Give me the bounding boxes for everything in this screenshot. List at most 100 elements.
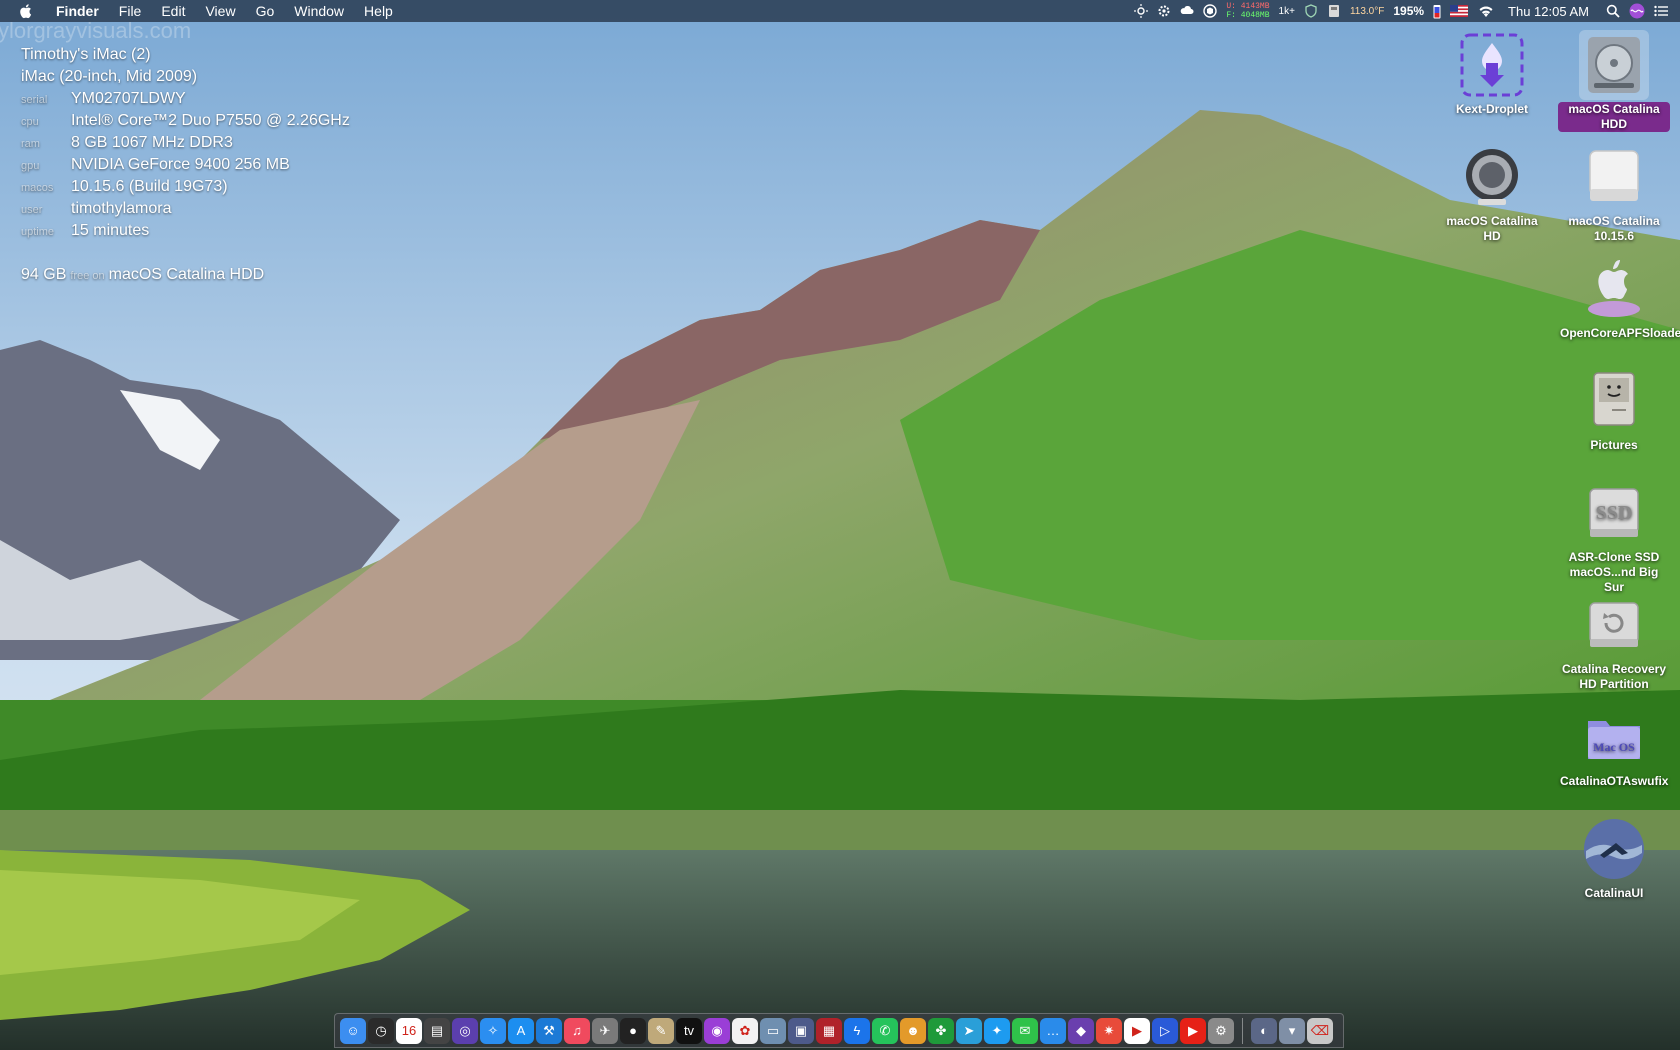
desktop-icon-pictures[interactable]: Pictures [1558, 366, 1670, 453]
brightness-icon[interactable] [1134, 4, 1149, 18]
messenger-icon[interactable]: ϟ [844, 1017, 870, 1044]
classic-mac-icon [1593, 372, 1635, 426]
whatsapp-icon[interactable]: ✆ [872, 1017, 898, 1044]
computer-name: Timothy's iMac (2) [21, 46, 151, 63]
desktop-icon-catalina-ui[interactable]: CatalinaUI [1558, 814, 1670, 901]
desktop-icon-catalina-ota[interactable]: Mac OS CatalinaOTAswufix [1558, 702, 1670, 789]
info-row-cpu: cpu Intel® Core™2 Duo P7550 @ 2.26GHz [21, 110, 350, 132]
clover-icon[interactable]: ✤ [928, 1017, 954, 1044]
desktop-icon-label: macOS Catalina HD [1446, 214, 1538, 243]
menu-file[interactable]: File [109, 0, 152, 22]
info-row-macos: macos 10.15.6 (Build 19G73) [21, 176, 350, 198]
desktop-icon-asr-clone[interactable]: SSD ASR-Clone SSD macOS...nd Big Sur [1558, 478, 1670, 595]
safari-icon[interactable]: ✧ [480, 1017, 506, 1044]
catalina-app-icon [1584, 819, 1644, 879]
dock-separator [1242, 1017, 1243, 1044]
menu-view[interactable]: View [195, 0, 245, 22]
discord-icon[interactable]: ☻ [900, 1017, 926, 1044]
desktop-icon-catalina-recovery[interactable]: Catalina Recovery HD Partition [1558, 590, 1670, 692]
disk-image-icon [1589, 150, 1639, 201]
chat-icon[interactable]: … [1040, 1017, 1066, 1044]
menu-edit[interactable]: Edit [151, 0, 195, 22]
desktop-icon-label: macOS Catalina 10.15.6 [1568, 214, 1660, 243]
photo-booth-icon[interactable]: ▦ [816, 1017, 842, 1044]
messages-icon[interactable]: ✉ [1012, 1017, 1038, 1044]
info-key: cpu [21, 116, 39, 128]
infuse-icon[interactable]: ▷ [1152, 1017, 1178, 1044]
apple-tv-icon[interactable]: tv [676, 1017, 702, 1044]
desktop-icon-macos-catalina-hdd[interactable]: macOS Catalina HDD [1558, 30, 1670, 132]
disk-utility-icon[interactable] [1327, 4, 1341, 18]
temperature-readout[interactable]: 113.0°F [1350, 6, 1384, 17]
disk-free-amount: 94 GB [21, 266, 67, 283]
spotlight-search-icon[interactable] [1606, 4, 1620, 18]
cloud-app-icon[interactable] [1180, 4, 1194, 18]
finder-icon[interactable]: ☺ [340, 1017, 366, 1044]
twitter-icon[interactable]: ✦ [984, 1017, 1010, 1044]
desktop-icon-label: CatalinaOTAswufix [1560, 774, 1669, 788]
menu-window[interactable]: Window [284, 0, 354, 22]
telegram-icon[interactable]: ➤ [956, 1017, 982, 1044]
notification-center-icon[interactable] [1654, 4, 1668, 18]
siri-icon[interactable] [1629, 3, 1645, 19]
video-icon[interactable]: ▶ [1124, 1017, 1150, 1044]
info-row-uptime: uptime 15 minutes [21, 220, 350, 242]
battery-icon[interactable] [1433, 4, 1441, 19]
memory-used: U: 4143MB [1226, 2, 1270, 11]
desktop-icon-macos-catalina-1056[interactable]: macOS Catalina 10.15.6 [1558, 142, 1670, 244]
app-store-icon[interactable]: A [508, 1017, 534, 1044]
info-value: 10.15.6 (Build 19G73) [71, 178, 228, 195]
trash-icon[interactable]: ⌫ [1307, 1017, 1333, 1044]
camera-icon[interactable]: ● [620, 1017, 646, 1044]
desktop-icon-opencore[interactable]: OpenCoreAPFSloader3 [1558, 254, 1680, 341]
preview-icon[interactable]: ✎ [648, 1017, 674, 1044]
menu-finder[interactable]: Finder [46, 0, 109, 22]
computer-model: iMac (20-inch, Mid 2009) [21, 68, 198, 85]
catalina-wallpaper-icon[interactable]: ◐ [1251, 1017, 1277, 1044]
system-monitor-icon[interactable]: ▤ [424, 1017, 450, 1044]
us-flag-icon[interactable] [1450, 5, 1469, 17]
menu-go[interactable]: Go [246, 0, 285, 22]
menu-clock[interactable]: Thu 12:05 AM [1508, 4, 1589, 19]
preview2-icon[interactable]: ▭ [760, 1017, 786, 1044]
internal-drive-icon [1588, 37, 1640, 93]
macos-folder-icon: Mac OS [1588, 721, 1640, 759]
desktop-icon-label: macOS Catalina HDD [1558, 102, 1670, 132]
network-speed[interactable]: 1k+ [1279, 6, 1295, 17]
clock-icon[interactable]: ◷ [368, 1017, 394, 1044]
desktop-icon-macos-catalina-hd[interactable]: macOS Catalina HD [1436, 142, 1548, 244]
podcasts-icon[interactable]: ◉ [704, 1017, 730, 1044]
info-key: serial [21, 94, 48, 106]
shortcut-icon[interactable]: ◆ [1068, 1017, 1094, 1044]
external-drive-icon [1466, 149, 1518, 205]
music-icon[interactable]: ♫ [564, 1017, 590, 1044]
memory-monitor[interactable]: U: 4143MB F: 4048MB [1226, 2, 1269, 20]
calendar-icon[interactable]: 16 [396, 1017, 422, 1044]
launchpad-icon[interactable]: ✈ [592, 1017, 618, 1044]
info-value: NVIDIA GeForce 9400 256 MB [71, 156, 290, 173]
desktop-icon-label: ASR-Clone SSD macOS...nd Big Sur [1568, 550, 1660, 594]
info-row-serial: serial YM02707LDWY [21, 88, 350, 110]
popcorn-icon[interactable]: ✷ [1096, 1017, 1122, 1044]
system-preferences-icon[interactable]: ⚙ [1208, 1017, 1234, 1044]
settings-gear-icon[interactable] [1157, 4, 1171, 18]
info-value: 15 minutes [71, 222, 150, 239]
xcode-icon[interactable]: ⚒ [536, 1017, 562, 1044]
battery-percent[interactable]: 195% [1393, 4, 1424, 18]
dock: ☺ ◷ 16 ▤ ◎ ✧ A ⚒ ♫ ✈ ● ✎ tv ◉ ✿ ▭ ▣ ▦ ϟ ✆ ☻ ✤ ➤ ✦ ✉… ◆ ✷ ▶ ▷ ▶ ⚙ ◐ ▾ ⌫ [334, 1013, 1344, 1048]
downloads-stack-icon[interactable]: ▾ [1279, 1017, 1305, 1044]
info-row-ram: ram 8 GB 1067 MHz DDR3 [21, 132, 350, 154]
menu-bar: Finder File Edit View Go Window Help U: … [0, 0, 1680, 22]
cube-app-icon[interactable] [1203, 4, 1218, 18]
info-key: ram [21, 138, 40, 150]
apple-menu-icon[interactable] [18, 3, 34, 19]
photos-icon[interactable]: ✿ [732, 1017, 758, 1044]
shield-icon[interactable] [1304, 4, 1318, 18]
youtube-icon[interactable]: ▶ [1180, 1017, 1206, 1044]
wifi-icon[interactable] [1477, 4, 1495, 18]
desktop-icon-kext-droplet[interactable]: Kext-Droplet [1436, 30, 1548, 117]
menu-help[interactable]: Help [354, 0, 403, 22]
siri-icon[interactable]: ◎ [452, 1017, 478, 1044]
info-key: gpu [21, 160, 40, 172]
screenshot-icon[interactable]: ▣ [788, 1017, 814, 1044]
